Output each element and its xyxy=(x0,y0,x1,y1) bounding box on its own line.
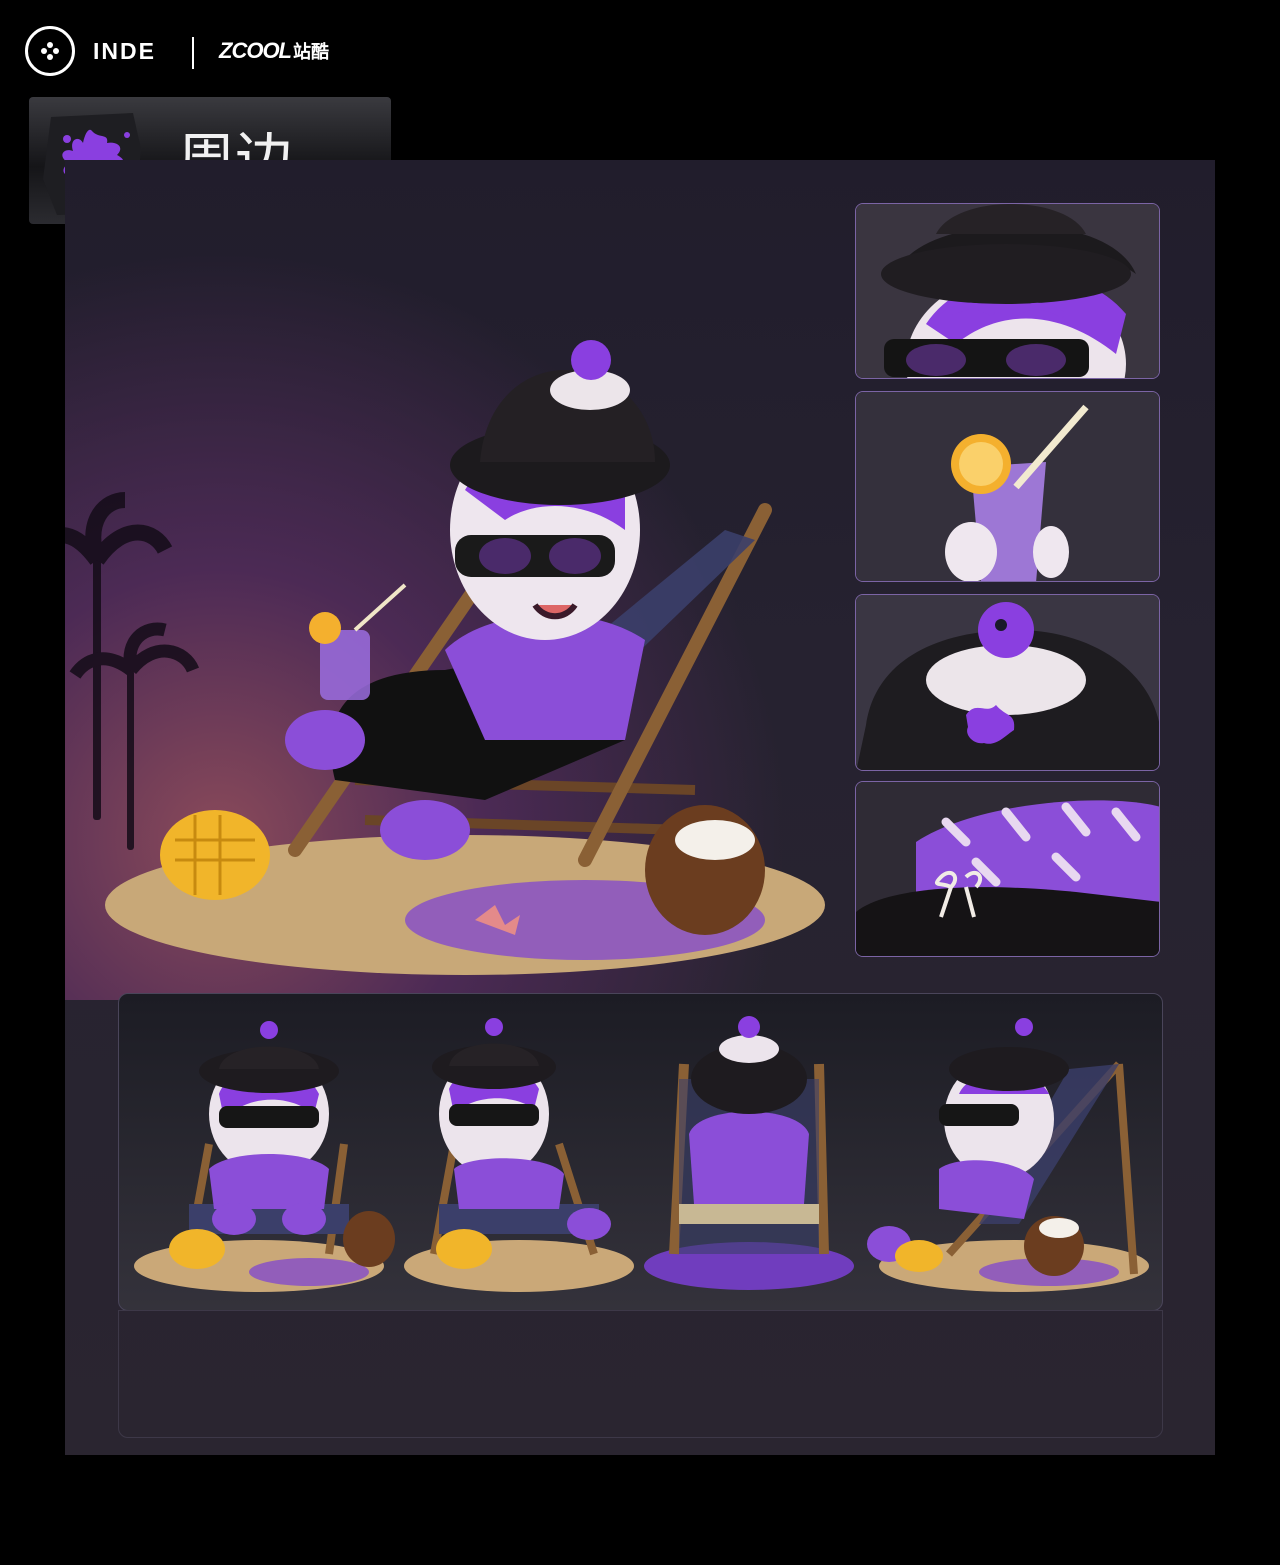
detail-thumb-hat-top[interactable] xyxy=(855,594,1160,771)
view-three-quarter[interactable] xyxy=(404,1018,634,1292)
empty-card xyxy=(118,1310,1163,1438)
views-strip xyxy=(118,993,1163,1311)
hero-image[interactable] xyxy=(65,200,835,1000)
view-side[interactable] xyxy=(867,1018,1149,1292)
main-panel xyxy=(65,160,1215,1455)
detail-thumb-hat[interactable] xyxy=(855,203,1160,379)
inde-logo-icon[interactable] xyxy=(25,26,75,76)
brand-zcool: ZCOOL 站酷 xyxy=(219,38,329,64)
detail-thumb-drink[interactable] xyxy=(855,391,1160,582)
header-bar: INDE ZCOOL 站酷 xyxy=(0,0,1280,100)
brand-zcool-cn: 站酷 xyxy=(293,42,329,62)
detail-thumb-outfit[interactable] xyxy=(855,781,1160,957)
brand-zcool-latin: ZCOOL xyxy=(219,38,292,63)
view-back[interactable] xyxy=(644,1016,854,1290)
brand-inde: INDE xyxy=(93,38,156,64)
brand-divider xyxy=(192,37,194,69)
view-front[interactable] xyxy=(134,1021,395,1292)
